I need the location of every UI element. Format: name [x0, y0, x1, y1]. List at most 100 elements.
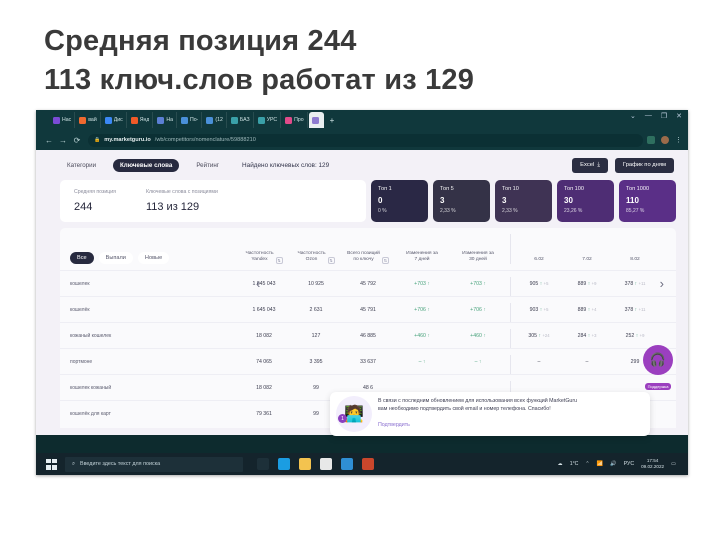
address-bar[interactable]: 🔒 my.marketguru.io /wb/competitors/nomen… [88, 133, 643, 147]
back-icon[interactable]: ← [42, 136, 56, 145]
top-card-title: Топ 5 [440, 186, 454, 192]
sort-icon[interactable]: ⇅ [381, 257, 389, 264]
volume-icon[interactable]: 🔊 [610, 461, 616, 467]
column-header[interactable]: Всего позиций по ключу ⇅ [342, 251, 394, 264]
metric-value: 244 [74, 201, 93, 213]
start-button[interactable] [46, 458, 57, 470]
browser-tab[interactable]: вай [76, 112, 101, 128]
clock[interactable]: 17:54 09.02.2022 [641, 458, 664, 469]
restore-icon[interactable]: — [645, 112, 652, 120]
delta-label: +9 [591, 280, 597, 286]
table-row[interactable]: кожаный кошелек 18 082 127 46 885 +460 ↑ +460… [60, 322, 676, 348]
excel-export-button[interactable]: Excel ⤓ [572, 157, 608, 173]
taskbar-app-file-explorer[interactable] [299, 458, 311, 470]
filter-pill[interactable]: Все [70, 252, 94, 264]
top-card-count: 3 [502, 196, 507, 205]
table-row[interactable]: портмоне 74 065 3 395 33 637– ↑ – ↑ – –299 [60, 348, 676, 374]
profile-avatar-icon[interactable] [661, 136, 669, 144]
browser-tab[interactable]: Про [282, 112, 308, 128]
column-header[interactable]: Частотность Ozon ⇅ [290, 251, 342, 264]
extension-puzzle-icon[interactable] [647, 136, 655, 144]
table-filters: Все Выпали Новые [70, 252, 238, 264]
slide-root: Средняя позиция 244 113 ключ.слов работа… [0, 0, 720, 540]
taskbar-app-store[interactable] [320, 458, 332, 470]
chevron-up-icon[interactable]: ⌃ [585, 461, 589, 467]
sort-icon[interactable]: ⇅ [327, 257, 335, 264]
change-30-cell: +703 ↑ [470, 280, 486, 287]
toast-line-1: В связи с последним обновлением для испо… [378, 397, 578, 404]
app-tab[interactable]: Ключевые слова [113, 158, 180, 172]
date-value-cell: 252 ↑ +9 [625, 332, 645, 339]
prev-page-button[interactable]: ‹ [256, 276, 260, 291]
column-divider [510, 355, 511, 374]
column-header[interactable]: Частотность Yandex ⇅ [238, 251, 290, 264]
tab-label: По- [190, 117, 199, 123]
taskbar-search-input[interactable]: ⌕ Введите здесь текст для поиска [65, 456, 243, 472]
table-row[interactable]: кошелёк 1 645 043 2 631 45 791 +706 ↑ +706 ↑ 9… [60, 296, 676, 322]
taskbar-app-powerpoint[interactable] [362, 458, 374, 470]
summary-metric: Средняя позиция 244 [74, 189, 116, 213]
forward-icon[interactable]: → [56, 136, 70, 145]
tab-label: (12 [215, 117, 223, 123]
taskbar-app-mail[interactable] [341, 458, 353, 470]
reload-icon[interactable]: ⟳ [70, 136, 84, 145]
maximize-icon[interactable]: ❐ [661, 112, 667, 120]
browser-tab[interactable]: УРС [255, 112, 282, 128]
table-row[interactable]: кошелек 1 645 043 10 925 45 792 +703 ↑ +703 ↑… [60, 270, 676, 296]
browser-tab[interactable]: БАЗ [228, 112, 254, 128]
browser-tab[interactable]: Дис [102, 112, 127, 128]
total-positions-cell: 45 792 [360, 280, 376, 287]
support-widget[interactable]: 🎧 Поддержка [642, 345, 674, 393]
change-30-cell: +460 ↑ [470, 332, 486, 339]
date-value-cell: – [585, 358, 589, 365]
top-card-title: Топ 1000 [626, 186, 650, 192]
arrow-up-icon: ↑ [478, 358, 482, 365]
headset-icon: 🎧 [643, 345, 673, 375]
arrow-up-icon: ↑ [635, 332, 639, 339]
app-tab[interactable]: Категории [60, 159, 103, 172]
network-icon[interactable]: 📶 [597, 461, 603, 467]
keyword-cell: кошелек [70, 280, 90, 287]
filter-pill[interactable]: Выпали [98, 252, 133, 264]
browser-tab[interactable] [308, 112, 324, 128]
close-icon[interactable]: ✕ [676, 112, 682, 120]
browser-tab[interactable]: (12 [203, 112, 227, 128]
filter-pill[interactable]: Новые [137, 252, 170, 264]
total-positions-cell: 48 6 [362, 384, 374, 391]
tab-favicon-icon [230, 116, 238, 124]
top-card-percent: 2,33 % [440, 208, 456, 214]
metric-value: 113 из 129 [145, 201, 200, 213]
next-page-button[interactable]: › [660, 276, 664, 291]
browser-tab[interactable]: Янд [128, 112, 154, 128]
found-count-label: Найдено ключевых слов: 129 [242, 161, 330, 169]
browser-tab[interactable]: На [154, 112, 178, 128]
taskbar-app-edge[interactable] [278, 458, 290, 470]
browser-tab[interactable]: Нас [50, 112, 76, 128]
notifications-icon[interactable]: ▭ [671, 461, 676, 467]
app-tab[interactable]: Рейтинг [189, 159, 226, 172]
arrow-up-icon: ↑ [427, 306, 430, 313]
browser-tab[interactable]: По- [178, 112, 203, 128]
taskbar-apps [257, 458, 374, 470]
tab-favicon-icon [157, 116, 165, 124]
confirm-link[interactable]: Подтвердить [378, 422, 410, 428]
sort-icon[interactable]: ⇅ [275, 257, 283, 264]
arrow-up-icon: ↑ [539, 280, 543, 287]
window-controls: ⌄ — ❐ ✕ [630, 112, 682, 120]
support-label: Поддержка [644, 383, 672, 390]
browser-menu-icon[interactable]: ⋮ [675, 136, 682, 144]
summary-cards: Средняя позиция 244 Ключевые слова с позиц… [44, 180, 688, 222]
toolbar-icons: ⋮ [647, 136, 682, 144]
minimize-icon[interactable]: ⌄ [630, 112, 636, 120]
freq-yandex-cell: 74 065 [256, 358, 272, 365]
new-tab-button[interactable]: + [330, 116, 335, 125]
taskbar-app-task-view[interactable] [257, 458, 269, 470]
app-top-row: Категории Ключевые слова Рейтинг Найдено кл… [44, 150, 688, 180]
weather-icon[interactable]: ☁ [558, 461, 563, 467]
language-indicator[interactable]: РУС [624, 461, 634, 467]
browser-chrome: Нас вай Дис Янд На По- (12 БАЗ УРС Про + ⌄ — ❐ ✕ … [36, 110, 688, 150]
date-value-cell: 378 ↑ +11 [624, 306, 646, 313]
chart-by-days-button[interactable]: График по дням [614, 157, 674, 173]
tab-label: УРС [266, 117, 278, 123]
clock-date: 09.02.2022 [641, 464, 665, 469]
